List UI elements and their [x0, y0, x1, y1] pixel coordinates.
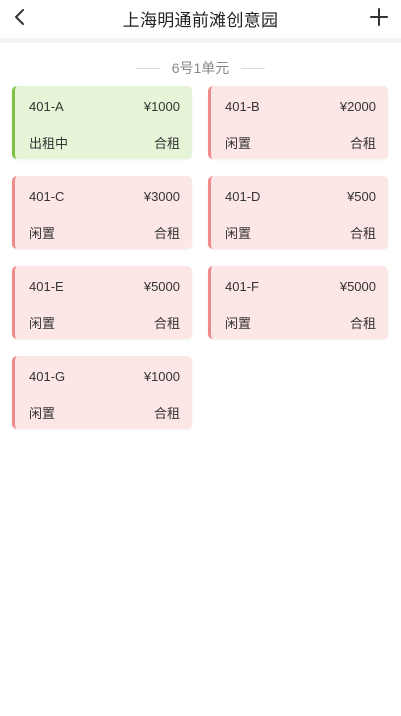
page-title: 上海明通前滩创意园 [122, 11, 279, 30]
unit-status: 闲置 [225, 315, 252, 331]
header-divider [0, 38, 401, 43]
add-button[interactable] [367, 4, 391, 30]
unit-rent-type: 合租 [153, 315, 180, 331]
unit-status: 闲置 [29, 315, 56, 331]
divider-line-left [135, 67, 160, 69]
unit-status: 闲置 [29, 405, 56, 421]
unit-status: 闲置 [225, 225, 252, 241]
unit-price: ¥5000 [339, 278, 376, 294]
unit-card[interactable]: 401-E ¥5000 闲置 合租 [12, 266, 192, 339]
unit-name: 401-D [225, 188, 261, 204]
navigation-bar: 上海明通前滩创意园 [0, 0, 401, 36]
plus-icon [370, 8, 388, 26]
unit-card[interactable]: 401-D ¥500 闲置 合租 [208, 176, 388, 249]
unit-name: 401-A [29, 98, 64, 114]
back-button[interactable] [8, 4, 32, 30]
unit-price: ¥500 [347, 188, 376, 204]
unit-name: 401-C [29, 188, 65, 204]
unit-rent-type: 合租 [349, 225, 376, 241]
unit-card[interactable]: 401-F ¥5000 闲置 合租 [208, 266, 388, 339]
unit-status: 出租中 [29, 135, 69, 151]
unit-name: 401-B [225, 98, 260, 114]
unit-card[interactable]: 401-B ¥2000 闲置 合租 [208, 86, 388, 159]
unit-rent-type: 合租 [153, 405, 180, 421]
unit-rent-type: 合租 [349, 135, 376, 151]
unit-name: 401-E [29, 278, 64, 294]
unit-name: 401-G [29, 368, 66, 384]
unit-rent-type: 合租 [153, 135, 180, 151]
divider-line-right [241, 67, 266, 69]
unit-status: 闲置 [29, 225, 56, 241]
unit-card[interactable]: 401-A ¥1000 出租中 合租 [12, 86, 192, 159]
unit-card[interactable]: 401-G ¥1000 闲置 合租 [12, 356, 192, 429]
unit-price: ¥3000 [143, 188, 180, 204]
chevron-left-icon [15, 9, 24, 25]
unit-name: 401-F [225, 278, 259, 294]
unit-price: ¥2000 [339, 98, 376, 114]
section-header: 6号1单元 [0, 58, 401, 78]
unit-price: ¥5000 [143, 278, 180, 294]
unit-rent-type: 合租 [153, 225, 180, 241]
unit-grid: 401-A ¥1000 出租中 合租 401-B ¥2000 闲置 合租 401… [12, 86, 389, 429]
unit-price: ¥1000 [143, 368, 180, 384]
unit-card[interactable]: 401-C ¥3000 闲置 合租 [12, 176, 192, 249]
unit-price: ¥1000 [143, 98, 180, 114]
unit-rent-type: 合租 [349, 315, 376, 331]
unit-status: 闲置 [225, 135, 252, 151]
section-title: 6号1单元 [171, 60, 230, 76]
